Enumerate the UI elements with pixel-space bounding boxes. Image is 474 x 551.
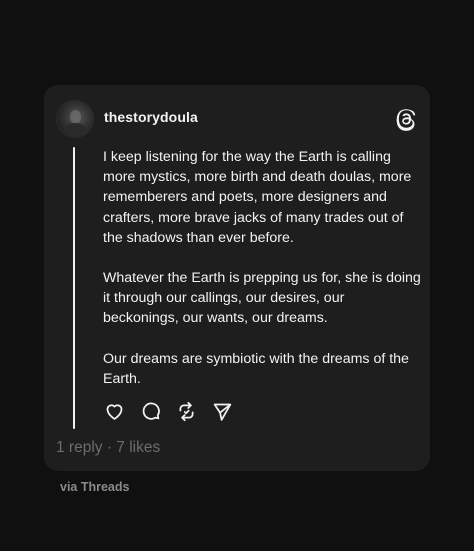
post-paragraph: I keep listening for the way the Earth i… — [103, 149, 412, 246]
repost-icon — [179, 401, 193, 421]
reply-button[interactable] — [139, 400, 161, 422]
send-icon — [213, 403, 231, 421]
avatar-shoulders — [63, 123, 87, 137]
threads-logo-icon[interactable] — [395, 107, 417, 131]
via-threads-link[interactable]: via Threads — [60, 480, 129, 494]
post-paragraph: Whatever the Earth is prepping us for, s… — [103, 270, 421, 327]
embed-page: thestorydoula I keep listening for the w… — [0, 0, 474, 551]
repost-button[interactable] — [175, 400, 197, 422]
threads-post-card[interactable]: thestorydoula I keep listening for the w… — [44, 85, 430, 471]
like-button[interactable] — [103, 400, 125, 422]
heart-icon — [106, 403, 122, 420]
share-button[interactable] — [211, 400, 233, 422]
post-actions — [103, 400, 233, 422]
post-paragraph: Our dreams are symbiotic with the dreams… — [103, 350, 409, 387]
post-stats[interactable]: 1 reply · 7 likes — [56, 439, 160, 457]
avatar[interactable] — [56, 100, 94, 138]
avatar-face — [70, 110, 81, 124]
post-body: I keep listening for the way the Earth i… — [103, 147, 423, 409]
comment-icon — [142, 402, 160, 420]
post-username[interactable]: thestorydoula — [104, 109, 198, 125]
thread-line — [73, 147, 75, 429]
